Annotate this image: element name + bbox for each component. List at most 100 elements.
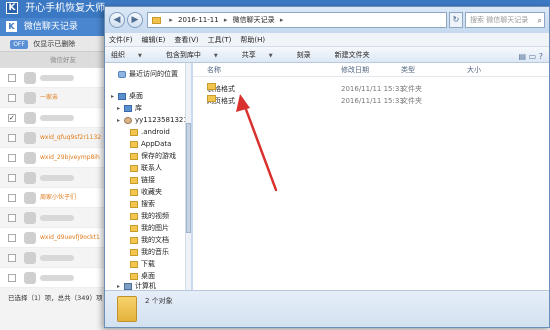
nav-tree-item[interactable]: ▸ 库 xyxy=(117,103,142,113)
avatar xyxy=(24,192,36,204)
nav-tree-label: 我的图片 xyxy=(141,224,169,232)
menu-item[interactable]: 编辑(E) xyxy=(142,36,166,44)
file-type: 文件夹 xyxy=(401,85,422,93)
column-size[interactable]: 大小 xyxy=(467,63,481,77)
row-checkbox[interactable] xyxy=(8,174,16,182)
breadcrumb-separator[interactable]: ▸ xyxy=(224,16,228,24)
list-item[interactable]: wxid_qfuq9sf2r1132 xyxy=(0,128,104,148)
nav-tree-item[interactable]: 保存的游戏 xyxy=(123,151,176,161)
library-icon xyxy=(124,104,132,112)
file-name-cell[interactable]: 表格格式 xyxy=(207,83,235,95)
command-button[interactable]: 新建文件夹 xyxy=(335,51,382,59)
nav-tree-label: .android xyxy=(141,128,170,136)
nav-tree-item[interactable]: 收藏夹 xyxy=(123,187,162,197)
command-button[interactable]: 共享 ▼ xyxy=(242,51,285,59)
avatar xyxy=(24,272,36,284)
menu-item[interactable]: 工具(T) xyxy=(208,36,232,44)
row-checkbox[interactable] xyxy=(8,234,16,242)
file-modified: 2016/11/11 15:33 xyxy=(341,97,404,105)
nav-tree-item[interactable]: 链接 xyxy=(123,175,155,185)
menu-item[interactable]: 文件(F) xyxy=(109,36,133,44)
menu-item[interactable]: 帮助(H) xyxy=(240,36,265,44)
nav-tree-label: 计算机 xyxy=(135,282,156,290)
nav-tree-item[interactable]: 联系人 xyxy=(123,163,162,173)
nav-tree-label: 我的音乐 xyxy=(141,248,169,256)
nav-tree-item[interactable]: 我的文档 xyxy=(123,235,169,245)
list-item[interactable]: wxid_29bjveymp8ih xyxy=(0,148,104,168)
folder-icon xyxy=(130,128,138,136)
list-item[interactable] xyxy=(0,248,104,268)
nav-tree-label: 我的文档 xyxy=(141,236,169,244)
list-item[interactable] xyxy=(0,168,104,188)
back-button[interactable]: ◀ xyxy=(109,12,125,28)
list-item[interactable] xyxy=(0,68,104,88)
column-type[interactable]: 类型 xyxy=(401,63,415,77)
row-checkbox[interactable] xyxy=(8,108,16,128)
nav-tree-item[interactable]: 桌面 xyxy=(123,271,155,281)
expand-arrow-icon[interactable]: ▸ xyxy=(111,92,116,102)
desktop-icon xyxy=(118,92,126,100)
nav-tree-item[interactable]: ▸ 桌面 xyxy=(111,91,143,101)
blurred-name xyxy=(40,75,74,81)
column-name[interactable]: 名称 xyxy=(207,63,221,77)
nav-scroll-thumb[interactable] xyxy=(186,123,191,233)
nav-tree-item[interactable]: 搜索 xyxy=(123,199,155,209)
blurred-name xyxy=(40,255,74,261)
folder-icon xyxy=(130,176,138,184)
friend-name: wxid_29bjveymp8ih xyxy=(40,154,100,161)
blurred-name xyxy=(40,215,74,221)
row-checkbox[interactable] xyxy=(8,194,16,202)
nav-tree-label: 下载 xyxy=(141,260,155,268)
breadcrumb-separator[interactable]: ▸ xyxy=(169,16,173,24)
file-row[interactable]: 表格格式 2016/11/11 15:33 文件夹 xyxy=(193,83,549,95)
breadcrumb-wechat-folder[interactable]: 微信聊天记录 xyxy=(233,16,275,24)
address-row: ◀ ▶ ▸ 2016-11-11 ▸ 微信聊天记录 ▸ ↻ 搜索 微信聊天记录 … xyxy=(105,7,549,33)
expand-arrow-icon[interactable]: ▸ xyxy=(117,282,122,290)
nav-pane-scrollbar[interactable] xyxy=(185,63,191,290)
nav-tree-item[interactable]: .android xyxy=(123,127,170,137)
avatar xyxy=(24,252,36,264)
expand-arrow-icon[interactable]: ▸ xyxy=(117,104,122,114)
nav-tree-item[interactable]: 我的音乐 xyxy=(123,247,169,257)
expand-arrow-icon[interactable]: ▸ xyxy=(117,116,122,126)
nav-tree-item[interactable]: 我的视频 xyxy=(123,211,169,221)
list-item[interactable] xyxy=(0,268,104,288)
row-checkbox[interactable] xyxy=(8,94,16,102)
search-icon[interactable]: ⌕ xyxy=(538,14,542,27)
breadcrumb-separator[interactable]: ▸ xyxy=(280,16,284,24)
deleted-only-toggle[interactable]: OFF xyxy=(10,39,28,49)
command-button[interactable]: 组织 ▼ xyxy=(111,51,154,59)
section-logo-icon: K xyxy=(6,21,17,32)
chevron-down-icon: ▼ xyxy=(138,53,142,59)
search-input[interactable]: 搜索 微信聊天记录 ⌕ xyxy=(465,12,545,28)
list-item[interactable]: wxid_d9uevfj9ockt1 xyxy=(0,228,104,248)
nav-tree-item[interactable]: 我的图片 xyxy=(123,223,169,233)
nav-tree-item[interactable]: AppData xyxy=(123,139,171,149)
nav-tree-item[interactable]: 下载 xyxy=(123,259,155,269)
row-checkbox[interactable] xyxy=(8,154,16,162)
list-item[interactable]: 一家亲 xyxy=(0,88,104,108)
command-button[interactable]: 刻录 xyxy=(297,51,323,59)
forward-button[interactable]: ▶ xyxy=(127,12,143,28)
row-checkbox[interactable] xyxy=(8,134,16,142)
list-item[interactable] xyxy=(0,108,104,128)
row-checkbox[interactable] xyxy=(8,274,16,282)
refresh-button[interactable]: ↻ xyxy=(449,12,463,28)
column-modified[interactable]: 修改日期 xyxy=(341,63,369,77)
command-label: 新建文件夹 xyxy=(334,51,370,59)
command-button[interactable]: 包含到库中 ▼ xyxy=(166,51,230,59)
row-checkbox[interactable] xyxy=(8,74,16,82)
menu-bar: 文件(F) 编辑(E) 查看(V) 工具(T) 帮助(H) xyxy=(105,33,549,47)
list-item[interactable]: 周家小伙子们 xyxy=(0,188,104,208)
nav-tree-item[interactable]: 最近访问的位置 xyxy=(111,69,178,79)
address-bar[interactable]: ▸ 2016-11-11 ▸ 微信聊天记录 ▸ xyxy=(147,12,447,28)
list-item[interactable] xyxy=(0,208,104,228)
menu-item[interactable]: 查看(V) xyxy=(174,36,198,44)
row-checkbox[interactable] xyxy=(8,214,16,222)
nav-tree-item[interactable]: ▸ 计算机 xyxy=(117,281,156,290)
breadcrumb-date-folder[interactable]: 2016-11-11 xyxy=(178,16,219,24)
file-row[interactable]: 网页格式 2016/11/11 15:33 文件夹 xyxy=(193,95,549,107)
file-name-cell[interactable]: 网页格式 xyxy=(207,95,235,107)
nav-tree-item[interactable]: ▸ yy1123581321 xyxy=(117,115,188,125)
row-checkbox[interactable] xyxy=(8,254,16,262)
